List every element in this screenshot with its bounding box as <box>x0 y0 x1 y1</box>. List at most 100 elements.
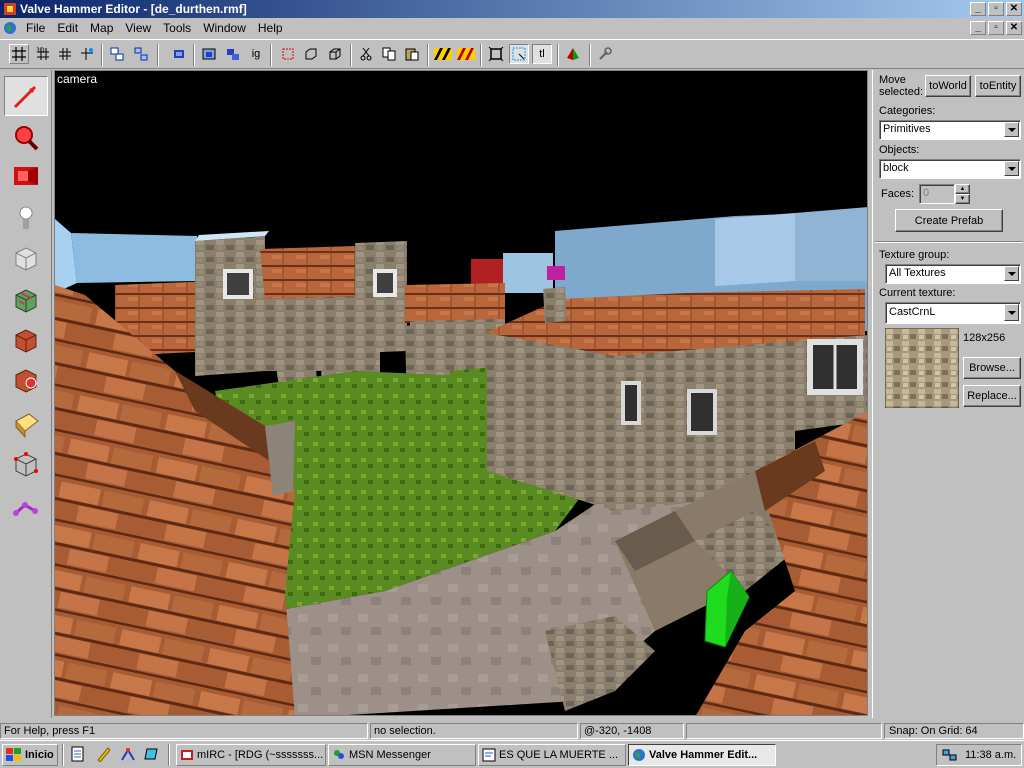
notepad-quicklaunch-icon[interactable] <box>70 746 86 762</box>
vertex-tool-icon[interactable] <box>4 488 48 528</box>
3d-view-icon[interactable] <box>509 44 529 64</box>
status-bar: For Help, press F1 no selection. @-320, … <box>0 722 1024 740</box>
task-browser[interactable]: ES QUE LA MUERTE ... <box>478 744 626 766</box>
cordon-icon[interactable] <box>301 44 321 64</box>
replace-button[interactable]: Replace... <box>963 385 1021 407</box>
cube-icon[interactable] <box>325 44 345 64</box>
current-texture-select[interactable]: CastCrnL <box>885 302 1021 324</box>
grid-icon[interactable] <box>9 44 29 64</box>
task-label: MSN Messenger <box>349 749 431 761</box>
faces-value: 0 <box>923 187 930 199</box>
carve-icon[interactable] <box>169 44 189 64</box>
taskbar: Inicio mIRC - [RDG (~sssssss... MSN Mess… <box>0 740 1024 768</box>
task-label: ES QUE LA MUERTE ... <box>499 749 618 761</box>
menu-edit[interactable]: Edit <box>51 18 84 38</box>
faces-input[interactable]: 0 <box>919 184 955 204</box>
to-entity-button[interactable]: toEntity <box>975 75 1021 97</box>
entity-tool-icon[interactable] <box>4 198 48 238</box>
doc-minimize-button[interactable]: _ <box>970 21 986 35</box>
grid-small-icon[interactable] <box>55 44 75 64</box>
doc-restore-button[interactable]: ▫ <box>988 21 1004 35</box>
hazard-red-icon[interactable] <box>456 44 476 64</box>
current-texture-value: CastCrnL <box>889 306 936 318</box>
to-world-button[interactable]: toWorld <box>925 75 971 97</box>
create-prefab-button[interactable]: Create Prefab <box>895 209 1003 232</box>
hazard-icon[interactable] <box>433 44 453 64</box>
task-mirc[interactable]: mIRC - [RDG (~sssssss... <box>176 744 326 766</box>
chevron-down-icon[interactable] <box>1004 122 1019 137</box>
wrench-icon[interactable] <box>595 44 615 64</box>
hide-icon[interactable] <box>223 44 243 64</box>
texture-lock-icon[interactable] <box>199 44 219 64</box>
grid-large-icon[interactable] <box>77 44 97 64</box>
task-msn[interactable]: MSN Messenger <box>328 744 476 766</box>
start-button[interactable]: Inicio <box>2 744 58 766</box>
main-toolbar: 3D ig tl <box>0 39 1024 69</box>
block-tool-icon[interactable] <box>4 238 48 278</box>
system-tray: 11:38 a.m. <box>936 744 1022 766</box>
pen-quicklaunch-icon[interactable] <box>96 746 112 763</box>
ungroup-icon[interactable] <box>131 44 151 64</box>
start-label: Inicio <box>25 749 54 761</box>
clip-tool-icon[interactable] <box>4 444 48 484</box>
menu-help[interactable]: Help <box>252 18 289 38</box>
run-icon[interactable] <box>563 44 583 64</box>
objects-label: Objects: <box>879 144 920 156</box>
viewport-label: camera <box>57 72 98 86</box>
texture-group-value: All Textures <box>889 267 946 279</box>
objects-select[interactable]: block <box>879 159 1021 179</box>
menu-file[interactable]: File <box>20 18 51 38</box>
browse-button[interactable]: Browse... <box>963 357 1021 379</box>
selection-tool-icon[interactable] <box>4 76 48 116</box>
camera-tool-icon[interactable] <box>4 156 48 196</box>
copy-icon[interactable] <box>379 44 399 64</box>
document-icon[interactable] <box>3 21 17 35</box>
decal-tool-icon[interactable] <box>4 360 48 400</box>
chevron-down-icon[interactable] <box>1004 266 1019 281</box>
select-icon[interactable] <box>278 44 298 64</box>
paste-icon[interactable] <box>402 44 422 64</box>
faces-down-icon[interactable]: ▼ <box>955 194 970 204</box>
texture-tool-icon[interactable] <box>4 280 48 320</box>
texture-size: 128x256 <box>963 332 1006 344</box>
menu-window[interactable]: Window <box>197 18 252 38</box>
title-bar[interactable]: Valve Hammer Editor - [de_durthen.rmf] _… <box>0 0 1024 18</box>
maximize-button[interactable]: ▫ <box>988 2 1004 16</box>
apply-texture-icon[interactable] <box>4 320 48 360</box>
categories-label: Categories: <box>879 105 936 117</box>
status-selection: no selection. <box>370 723 578 739</box>
msn-icon <box>334 750 344 759</box>
menu-map[interactable]: Map <box>84 18 119 38</box>
task-hammer[interactable]: Valve Hammer Edit... <box>628 744 776 766</box>
move-selected-label: Move selected: <box>879 74 924 98</box>
3d-box-icon[interactable] <box>486 44 506 64</box>
grid-3d-icon[interactable]: 3D <box>33 44 53 64</box>
group-icon[interactable] <box>107 44 127 64</box>
menu-tools[interactable]: Tools <box>157 18 197 38</box>
magnify-tool-icon[interactable] <box>4 118 48 158</box>
tool-palette <box>0 70 52 718</box>
tl-icon[interactable]: tl <box>532 44 552 64</box>
cut-icon[interactable] <box>356 44 376 64</box>
svg-text:3D: 3D <box>36 47 45 54</box>
texture-group-select[interactable]: All Textures <box>885 264 1021 284</box>
app-quicklaunch-icon[interactable] <box>144 746 160 762</box>
ignore-groups-icon[interactable]: ig <box>246 44 266 64</box>
categories-select[interactable]: Primitives <box>879 120 1021 140</box>
task-label: mIRC - [RDG (~sssssss... <box>197 749 324 761</box>
close-button[interactable]: ✕ <box>1006 2 1022 16</box>
chevron-down-icon[interactable] <box>1004 304 1019 321</box>
objects-value: block <box>883 162 909 174</box>
faces-up-icon[interactable]: ▲ <box>955 184 970 194</box>
overlay-tool-icon[interactable] <box>4 404 48 444</box>
object-panel: Move selected: toWorld toEntity Categori… <box>872 70 1024 718</box>
menu-view[interactable]: View <box>119 18 157 38</box>
minimize-button[interactable]: _ <box>970 2 986 16</box>
tool-quicklaunch-icon[interactable] <box>120 746 136 762</box>
windows-logo-icon <box>6 748 21 761</box>
network-icon[interactable] <box>942 748 958 762</box>
clock[interactable]: 11:38 a.m. <box>965 749 1016 761</box>
camera-viewport[interactable]: camera <box>54 70 868 716</box>
doc-close-button[interactable]: ✕ <box>1006 21 1022 35</box>
chevron-down-icon[interactable] <box>1004 161 1019 176</box>
